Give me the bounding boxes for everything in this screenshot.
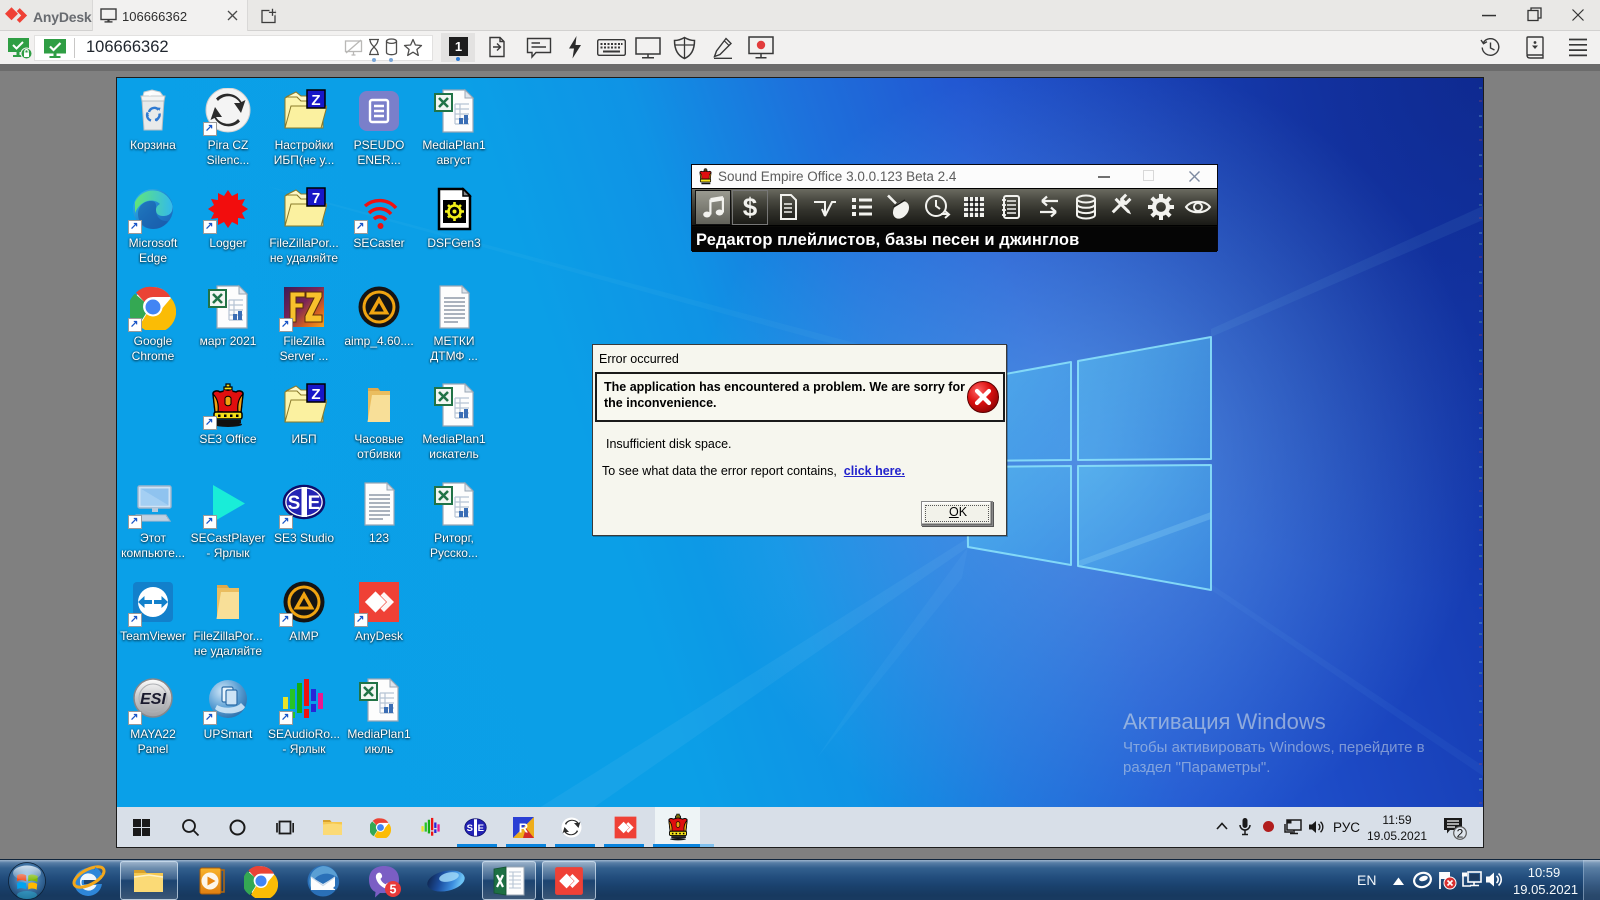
svg-text:5: 5 (390, 883, 397, 897)
svg-text:ESI: ESI (140, 691, 166, 708)
svg-text:E: E (308, 493, 321, 514)
svg-text:Z: Z (311, 386, 320, 403)
svg-text:E: E (478, 823, 484, 834)
svg-text:2: 2 (1457, 826, 1464, 840)
svg-text:Z: Z (311, 92, 320, 109)
svg-text:S: S (467, 823, 473, 834)
svg-text:R: R (519, 821, 529, 836)
svg-text:$: $ (743, 192, 758, 222)
svg-text:7: 7 (312, 190, 320, 207)
svg-text:S: S (288, 493, 301, 514)
